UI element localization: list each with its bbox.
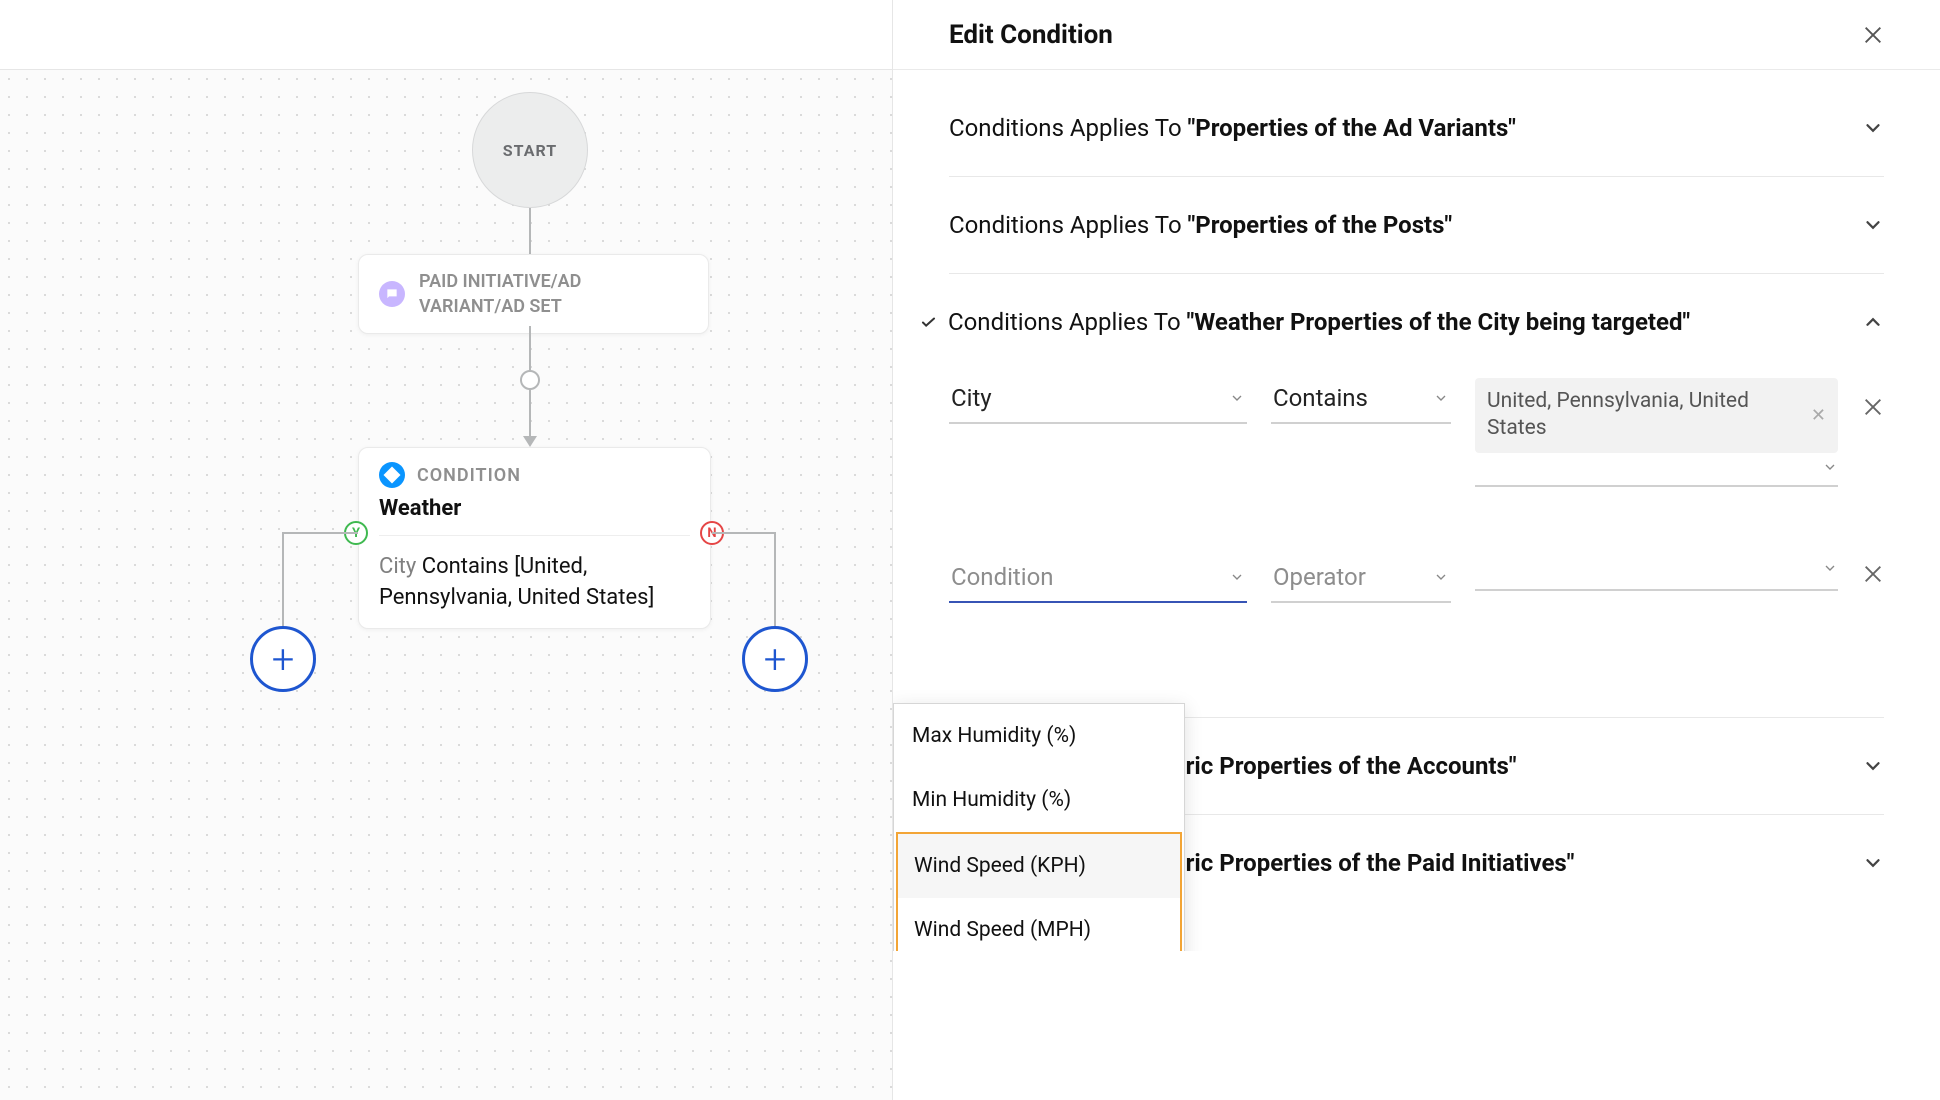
value-tag-input[interactable]: United, Pennsylvania, United States ✕	[1475, 378, 1838, 487]
edit-condition-panel: Edit Condition Conditions Applies To "Pr…	[893, 0, 1940, 1100]
add-no-branch-button[interactable]: +	[742, 626, 808, 692]
operator-select-value: Contains	[1273, 384, 1368, 412]
section-header-ad-variants[interactable]: Conditions Applies To "Properties of the…	[949, 114, 1884, 142]
chevron-down-icon	[1862, 755, 1884, 777]
chevron-down-icon	[1822, 560, 1838, 576]
paid-label-line1: PAID INITIATIVE/AD	[419, 269, 581, 294]
chevron-down-icon	[1862, 852, 1884, 874]
operator-select-placeholder: Operator	[1273, 563, 1366, 591]
chevron-down-icon	[1862, 117, 1884, 139]
tag-remove-icon[interactable]: ✕	[1811, 404, 1826, 427]
paid-label-line2: VARIANT/AD SET	[419, 294, 581, 319]
value-input[interactable]	[1475, 557, 1838, 591]
section-bold: ric Properties of the Paid Initiatives"	[1186, 849, 1575, 877]
section-prefix: Conditions Applies To	[949, 211, 1188, 239]
panel-title: Edit Condition	[949, 20, 1113, 50]
section-bold: "Properties of the Posts"	[1188, 211, 1453, 239]
chevron-down-icon	[1433, 569, 1449, 585]
field-select[interactable]: Condition	[949, 557, 1247, 603]
section-header-posts[interactable]: Conditions Applies To "Properties of the…	[949, 211, 1884, 239]
check-icon	[919, 313, 938, 332]
condition-desc-field: City	[379, 554, 416, 579]
chevron-down-icon	[1822, 459, 1838, 475]
section-prefix: Conditions Applies To	[948, 308, 1187, 336]
chevron-down-icon	[1862, 214, 1884, 236]
dropdown-highlight: Wind Speed (KPH) Wind Speed (MPH)	[896, 832, 1182, 951]
section-posts: Conditions Applies To "Properties of the…	[949, 177, 1884, 274]
connector-midpoint[interactable]	[520, 370, 540, 390]
section-bold: "Weather Properties of the City being ta…	[1187, 308, 1691, 336]
connector	[283, 533, 358, 633]
dropdown-option[interactable]: Wind Speed (MPH)	[898, 898, 1180, 951]
tag-text: United, Pennsylvania, United States	[1487, 388, 1801, 443]
condition-dropdown: Max Humidity (%) Min Humidity (%) Wind S…	[893, 703, 1185, 951]
condition-description: City Contains [United, Pennsylvania, Uni…	[379, 552, 690, 614]
paid-initiative-card[interactable]: PAID INITIATIVE/AD VARIANT/AD SET	[358, 254, 709, 334]
remove-row-icon[interactable]	[1862, 396, 1884, 418]
section-weather: Conditions Applies To "Weather Propertie…	[949, 274, 1884, 717]
chat-icon	[379, 281, 405, 307]
connector	[529, 208, 531, 254]
chevron-up-icon	[1862, 311, 1884, 333]
start-node[interactable]: START	[472, 92, 588, 208]
dropdown-option[interactable]: Min Humidity (%)	[894, 768, 1184, 832]
dropdown-option[interactable]: Wind Speed (KPH)	[898, 834, 1180, 898]
condition-desc-value: [United, Pennsylvania, United States]	[379, 554, 654, 610]
flow-canvas[interactable]: START PAID INITIATIVE/AD VARIANT/AD SET	[0, 70, 892, 1100]
section-bold: ric Properties of the Accounts"	[1186, 752, 1517, 780]
condition-tag: CONDITION	[417, 465, 521, 486]
field-select[interactable]: City	[949, 378, 1247, 424]
diamond-icon	[379, 462, 405, 488]
operator-select[interactable]: Operator	[1271, 557, 1451, 603]
add-yes-branch-button[interactable]: +	[250, 626, 316, 692]
condition-title: Weather	[379, 496, 690, 536]
condition-row-2: Condition Operator	[949, 557, 1884, 603]
field-select-placeholder: Condition	[951, 563, 1054, 591]
condition-card[interactable]: CONDITION Weather City Contains [United,…	[358, 447, 711, 629]
operator-select[interactable]: Contains	[1271, 378, 1451, 424]
arrowhead-icon	[523, 436, 537, 447]
app-topbar	[0, 0, 892, 70]
plus-icon: +	[272, 636, 295, 683]
remove-row-icon[interactable]	[1862, 563, 1884, 585]
condition-desc-op: Contains	[422, 554, 509, 579]
section-prefix: Conditions Applies To	[949, 114, 1188, 142]
dropdown-option[interactable]: Max Humidity (%)	[894, 704, 1184, 768]
plus-icon: +	[764, 636, 787, 683]
chevron-down-icon	[1229, 569, 1245, 585]
close-icon[interactable]	[1862, 24, 1884, 46]
section-bold: "Properties of the Ad Variants"	[1188, 114, 1516, 142]
field-select-value: City	[951, 384, 992, 412]
value-tag: United, Pennsylvania, United States ✕	[1475, 378, 1838, 453]
chevron-down-icon	[1229, 390, 1245, 406]
start-label: START	[503, 141, 557, 160]
connector	[712, 533, 787, 633]
section-header-weather[interactable]: Conditions Applies To "Weather Propertie…	[919, 308, 1884, 336]
section-ad-variants: Conditions Applies To "Properties of the…	[949, 102, 1884, 177]
condition-row-1: City Contains United, Pennsylvania, Unit…	[949, 378, 1884, 487]
chevron-down-icon	[1433, 390, 1449, 406]
